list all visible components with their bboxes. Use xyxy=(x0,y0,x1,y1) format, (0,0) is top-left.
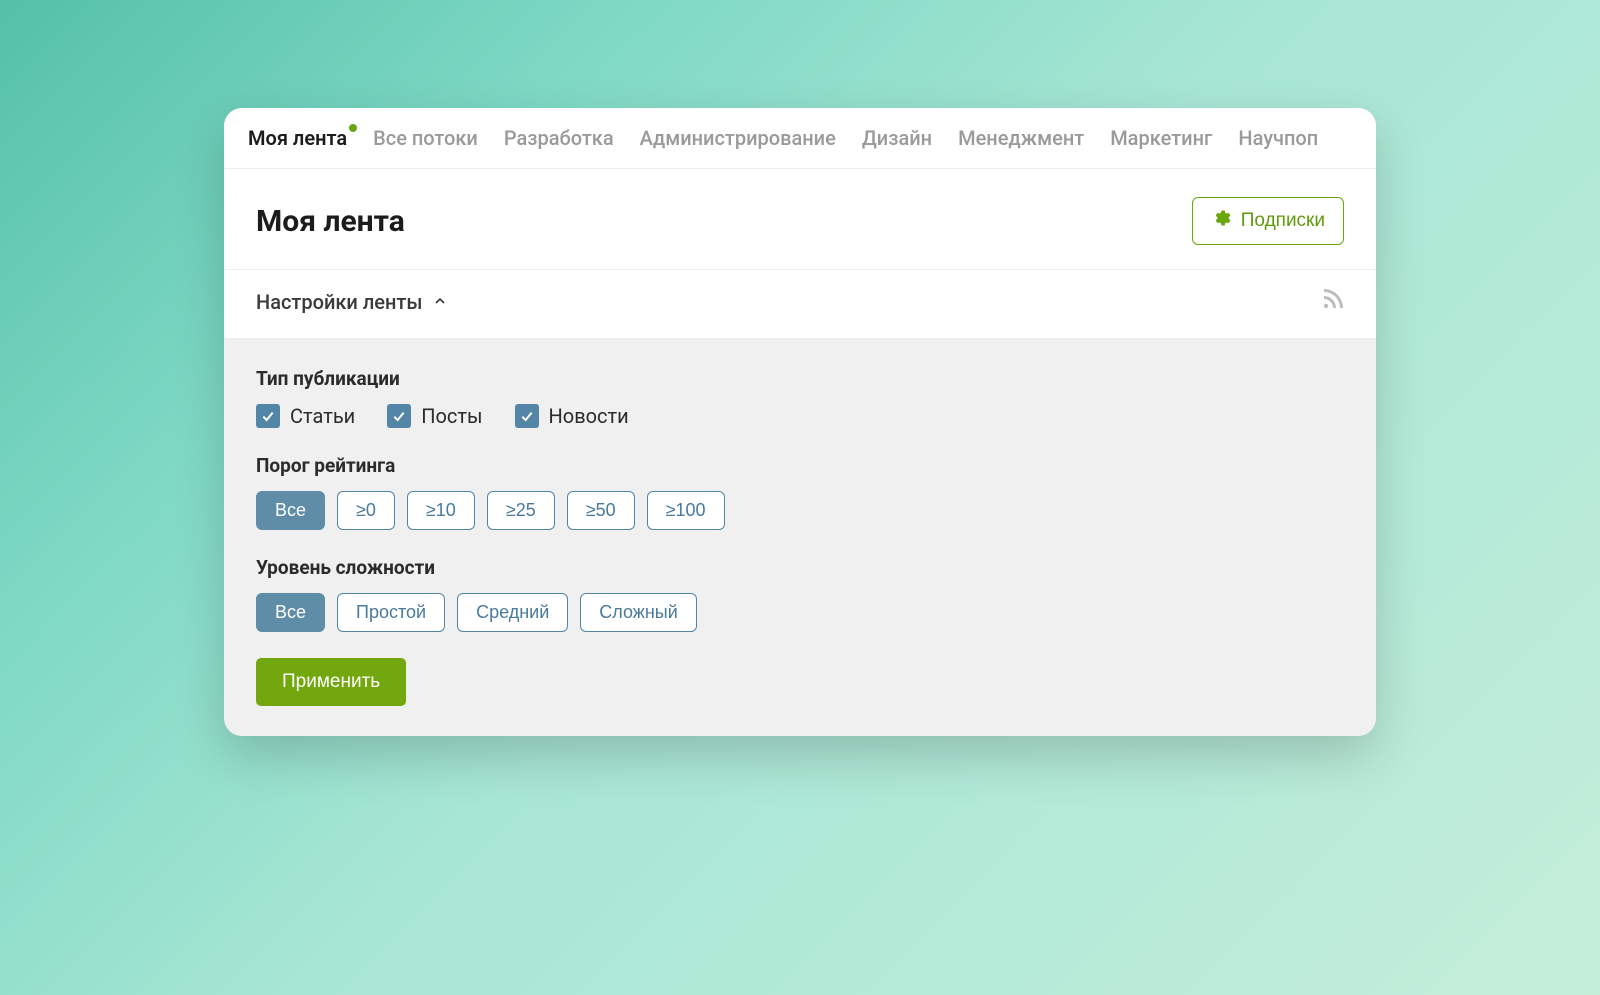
feed-settings-toggle[interactable]: Настройки ленты xyxy=(256,290,448,314)
rating-chip-0[interactable]: ≥0 xyxy=(337,491,395,530)
subscriptions-label: Подписки xyxy=(1241,210,1325,232)
notification-dot-icon xyxy=(349,124,357,132)
subscriptions-button[interactable]: Подписки xyxy=(1192,197,1344,245)
checkbox-posts[interactable]: Посты xyxy=(387,404,482,428)
tab-science[interactable]: Научпоп xyxy=(1238,126,1318,150)
tab-label: Все потоки xyxy=(373,126,478,150)
rating-chip-50[interactable]: ≥50 xyxy=(567,491,635,530)
difficulty-label: Уровень сложности xyxy=(256,556,1344,579)
checkbox-label: Статьи xyxy=(290,404,355,428)
settings-toggle-label: Настройки ленты xyxy=(256,290,422,314)
gear-icon xyxy=(1211,208,1231,234)
apply-button[interactable]: Применить xyxy=(256,658,406,706)
checkbox-box-icon xyxy=(387,404,411,428)
tab-label: Разработка xyxy=(504,126,614,150)
settings-card: Моя лента Все потоки Разработка Админист… xyxy=(224,108,1376,736)
type-checkbox-row: Статьи Посты Новости xyxy=(256,404,1344,428)
tab-label: Моя лента xyxy=(248,126,347,150)
rating-chip-row: Все ≥0 ≥10 ≥25 ≥50 ≥100 xyxy=(256,491,1344,530)
header-row: Моя лента Подписки xyxy=(224,169,1376,270)
tab-label: Маркетинг xyxy=(1110,126,1212,150)
filters-panel: Тип публикации Статьи Посты Новости Поро… xyxy=(224,345,1376,736)
tab-my-feed[interactable]: Моя лента xyxy=(248,126,347,150)
tab-admin[interactable]: Администрирование xyxy=(640,126,836,150)
tab-label: Администрирование xyxy=(640,126,836,150)
tab-design[interactable]: Дизайн xyxy=(862,126,932,150)
rating-chip-25[interactable]: ≥25 xyxy=(487,491,555,530)
tab-marketing[interactable]: Маркетинг xyxy=(1110,126,1212,150)
tab-development[interactable]: Разработка xyxy=(504,126,614,150)
difficulty-chip-medium[interactable]: Средний xyxy=(457,593,568,632)
rating-chip-all[interactable]: Все xyxy=(256,491,325,530)
checkbox-label: Посты xyxy=(421,404,482,428)
checkbox-box-icon xyxy=(256,404,280,428)
rating-chip-100[interactable]: ≥100 xyxy=(647,491,725,530)
chevron-up-icon xyxy=(432,290,448,314)
checkbox-articles[interactable]: Статьи xyxy=(256,404,355,428)
checkbox-label: Новости xyxy=(549,404,629,428)
tab-label: Менеджмент xyxy=(958,126,1084,150)
difficulty-chip-row: Все Простой Средний Сложный xyxy=(256,593,1344,632)
tab-label: Научпоп xyxy=(1238,126,1318,150)
nav-tabs: Моя лента Все потоки Разработка Админист… xyxy=(224,108,1376,169)
tab-all-streams[interactable]: Все потоки xyxy=(373,126,478,150)
difficulty-chip-easy[interactable]: Простой xyxy=(337,593,445,632)
checkbox-box-icon xyxy=(515,404,539,428)
settings-row: Настройки ленты xyxy=(224,270,1376,339)
rating-label: Порог рейтинга xyxy=(256,454,1344,477)
difficulty-chip-all[interactable]: Все xyxy=(256,593,325,632)
tab-management[interactable]: Менеджмент xyxy=(958,126,1084,150)
type-label: Тип публикации xyxy=(256,367,1344,390)
difficulty-chip-hard[interactable]: Сложный xyxy=(580,593,697,632)
page-title: Моя лента xyxy=(256,204,405,239)
checkbox-news[interactable]: Новости xyxy=(515,404,629,428)
tab-label: Дизайн xyxy=(862,126,932,150)
rss-icon[interactable] xyxy=(1320,288,1344,316)
rating-chip-10[interactable]: ≥10 xyxy=(407,491,475,530)
